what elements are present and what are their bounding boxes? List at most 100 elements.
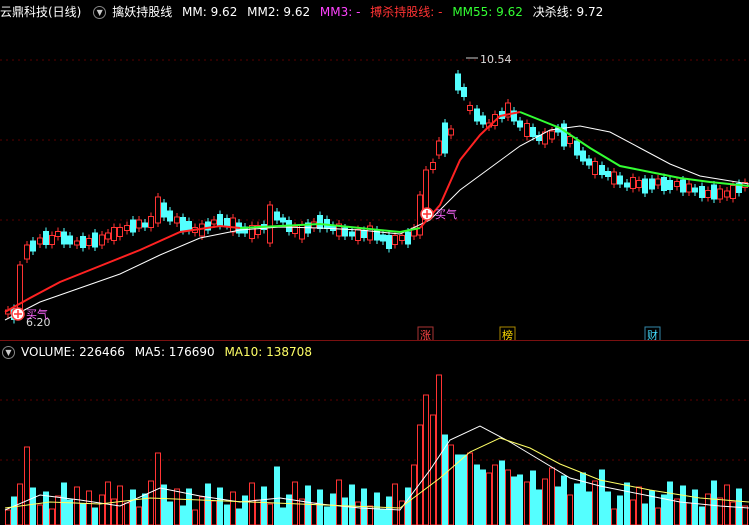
volume-settings-icon[interactable]: ▼ [2,346,15,359]
candle-body [180,217,186,231]
volume-bar [5,509,11,525]
candle-body [274,211,280,221]
volume-bar [299,498,305,525]
volume-bar [124,502,130,525]
candle-body [717,188,723,200]
volume-bar [161,484,167,525]
candle-body [480,115,486,125]
volume-bar [680,485,686,525]
candle-body [148,216,154,228]
volume-panel-header: ▼ VOLUME: 226466 MA5: 176690 MA10: 138708 [0,342,318,362]
candle-body [517,120,523,128]
candle-body [92,232,98,248]
candle-body [155,196,161,224]
volume-bar [211,500,217,525]
candle-body [80,236,86,248]
candle-body [686,183,692,193]
moving-average-line [519,111,749,187]
candle-body [692,187,698,193]
volume-bar [274,466,280,525]
candle-body [592,161,598,175]
volume-bar [317,489,323,525]
volume-bar [261,486,267,525]
candle-body [267,204,273,244]
candle-body [423,169,429,211]
candle-body [361,230,367,238]
candle-body [161,202,167,218]
volume-bar [567,494,573,525]
candlestick-chart[interactable]: 10.54 6.20 买气 买气 涨 榜 财 [0,20,749,340]
volume-bar [499,460,505,525]
volume-bar [730,501,736,525]
indicator-value-jueshaxian: 决杀线: 9.72 [532,5,604,19]
candle-body [211,219,217,225]
candle-body [430,162,436,170]
candle-body [574,140,580,156]
volume-bar [417,424,423,525]
candle-body [86,238,92,246]
candle-body [167,210,173,222]
candle-body [642,178,648,194]
volume-bar [742,505,748,525]
event-marker[interactable]: 财 [644,326,661,340]
candle-body [442,122,448,154]
candle-body [349,231,355,237]
volume-bar [524,481,530,525]
candle-body [461,87,467,97]
volume-bar [80,503,86,525]
candle-body [649,178,655,190]
indicator-value-mm3: MM3: - [319,5,361,19]
volume-bar [386,496,392,525]
buy-signal-label: 买气 [26,307,48,321]
volume-bar [717,497,723,525]
volume-bar [37,504,43,525]
volume-bar [217,487,223,525]
buy-signal-icon [420,207,434,221]
event-marker[interactable]: 涨 [417,326,434,340]
volume-bar [624,482,630,525]
volume-bar [423,394,429,525]
volume-bar [342,497,348,525]
volume-bar [230,491,236,525]
volume-bar [174,488,180,525]
candle-body [617,175,623,185]
volume-bar [642,503,648,525]
candle-body [174,216,180,224]
volume-bar [380,509,386,525]
candle-body [711,184,717,200]
candle-body [136,219,142,229]
volume-bar [492,464,498,525]
indicator-settings-icon[interactable]: ▼ [93,6,107,19]
candle-body [567,136,573,144]
volume-bar [699,506,705,525]
volume-bar [592,480,598,525]
candle-body [455,73,461,91]
volume-chart[interactable] [0,360,749,525]
event-marker[interactable]: 榜 [499,326,516,340]
candle-body [724,190,730,198]
candle-body [130,219,136,233]
volume-bar [267,503,273,525]
volume-bar [611,508,617,525]
candle-body [74,240,80,246]
candle-body [549,130,555,140]
candle-body [24,244,30,260]
volume-bar [249,482,255,525]
candle-body [630,177,636,189]
candle-body [599,165,605,175]
candle-body [524,123,530,137]
volume-bar [405,487,411,525]
candle-body [55,231,61,237]
volume-bar [480,469,486,525]
volume-bar [511,476,517,525]
volume-bar [49,508,55,525]
volume-bar [505,469,511,525]
candle-body [699,186,705,198]
volume-bar [99,494,105,525]
candle-body [586,158,592,166]
volume-bar [74,486,80,525]
volume-bar [461,454,467,525]
volume-bar [599,469,605,525]
volume-bar [242,495,248,525]
candle-body [230,217,236,233]
